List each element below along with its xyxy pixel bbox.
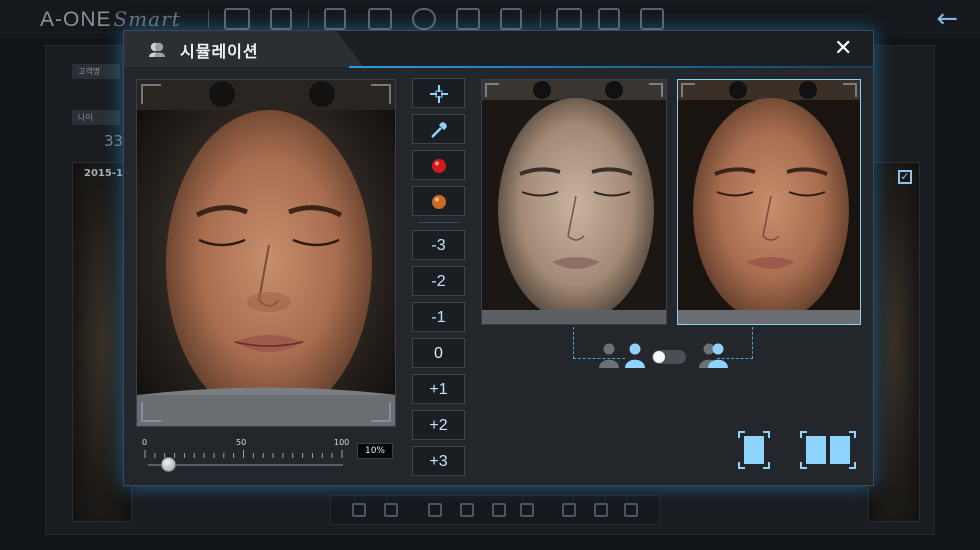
portrait-icon[interactable] — [324, 8, 346, 30]
level-zero-button[interactable]: 0 — [412, 338, 465, 368]
grid-icon[interactable] — [624, 503, 638, 517]
pen-icon[interactable] — [492, 503, 506, 517]
face-image-original — [482, 80, 666, 324]
tool-divider — [418, 222, 459, 223]
frame-corner — [681, 83, 695, 97]
intensity-slider[interactable]: 0 50 100 — [142, 438, 392, 472]
level-minus-2-button[interactable]: -2 — [412, 266, 465, 296]
orange-dot-icon — [431, 195, 446, 209]
slider-handle[interactable] — [160, 457, 176, 472]
photo-checkbox[interactable]: ✓ — [898, 170, 912, 184]
slider-track[interactable] — [148, 464, 343, 466]
toolbar-divider — [540, 10, 541, 28]
frame-corner — [141, 402, 161, 422]
slider-ticks — [144, 450, 343, 458]
print-icon[interactable] — [556, 8, 582, 30]
clipboard-icon[interactable] — [270, 8, 292, 30]
crosshair-icon — [429, 85, 448, 103]
compare-toggle-row — [598, 342, 738, 368]
toolbar-divider — [208, 10, 209, 28]
red-dot-icon — [431, 159, 446, 173]
slider-max-label: 100 — [334, 438, 350, 447]
red-color-button[interactable] — [412, 150, 465, 180]
simulation-dialog: 시뮬레이션 ✕ 0 50 100 10% -3 -2 -1 0 +1 +2 +3 — [123, 30, 874, 486]
person-icon[interactable] — [562, 503, 576, 517]
single-view-button[interactable] — [737, 430, 771, 470]
single-person-blue-icon[interactable] — [624, 342, 646, 368]
cube-3d-icon[interactable] — [368, 8, 392, 30]
slider-mid-label: 50 — [236, 438, 247, 447]
crosshair-button[interactable] — [412, 78, 465, 108]
compare-mode-toggle[interactable] — [652, 350, 686, 364]
photo-date: 2015-1 — [84, 168, 123, 179]
close-button[interactable]: ✕ — [834, 38, 852, 60]
eyedropper-button[interactable] — [412, 114, 465, 144]
frame-corner — [843, 83, 857, 97]
face-image-simulated — [678, 80, 860, 324]
edit-icon[interactable] — [384, 503, 398, 517]
dual-person-icon[interactable] — [698, 342, 730, 368]
toggle-knob — [653, 351, 665, 363]
fill-icon[interactable] — [520, 503, 534, 517]
rotate-icon[interactable] — [352, 503, 366, 517]
app-window: A-ONE Smart ← 고객명 나이 33 2015-1 ✓ 시뮬레이션 ✕… — [0, 0, 980, 550]
toolbar-divider — [308, 10, 309, 28]
level-minus-3-button[interactable]: -3 — [412, 230, 465, 260]
frame-corner — [485, 83, 499, 97]
age-value: 33 — [104, 132, 124, 150]
chart-icon[interactable] — [456, 8, 480, 30]
split-view-button[interactable] — [799, 430, 857, 470]
simulated-face-photo[interactable] — [677, 79, 861, 325]
header-accent-line — [349, 66, 873, 68]
export-icon[interactable] — [640, 8, 664, 30]
frame-corner — [649, 83, 663, 97]
face-image — [137, 80, 395, 426]
main-face-photo[interactable] — [136, 79, 396, 427]
back-arrow-icon[interactable]: ← — [936, 4, 958, 34]
face-simulation-icon — [149, 42, 165, 57]
save-icon[interactable] — [598, 8, 620, 30]
eyedropper-icon — [430, 122, 447, 138]
slider-value-readout: 10% — [357, 443, 393, 459]
level-plus-3-button[interactable]: +3 — [412, 446, 465, 476]
level-plus-1-button[interactable]: +1 — [412, 374, 465, 404]
eye-icon[interactable] — [594, 503, 608, 517]
triangle-icon[interactable] — [428, 503, 442, 517]
face-profile-icon[interactable] — [412, 8, 436, 30]
frame-corner — [141, 84, 161, 104]
age-tag: 나이 — [72, 110, 120, 125]
dialog-title: 시뮬레이션 — [180, 42, 259, 61]
frame-corner — [371, 402, 391, 422]
report-icon[interactable] — [500, 8, 522, 30]
orange-color-button[interactable] — [412, 186, 465, 216]
original-face-photo[interactable] — [481, 79, 667, 325]
slider-min-label: 0 — [142, 438, 148, 447]
line-icon[interactable] — [460, 503, 474, 517]
level-minus-1-button[interactable]: -1 — [412, 302, 465, 332]
app-logo: A-ONE Smart — [40, 7, 181, 31]
dialog-header: 시뮬레이션 ✕ — [124, 31, 873, 67]
background-photo-right — [868, 162, 920, 522]
customer-name-tag: 고객명 — [72, 64, 120, 79]
single-person-gray-icon — [599, 343, 619, 368]
level-plus-2-button[interactable]: +2 — [412, 410, 465, 440]
frame-corner — [371, 84, 391, 104]
camera-icon[interactable] — [224, 8, 250, 30]
